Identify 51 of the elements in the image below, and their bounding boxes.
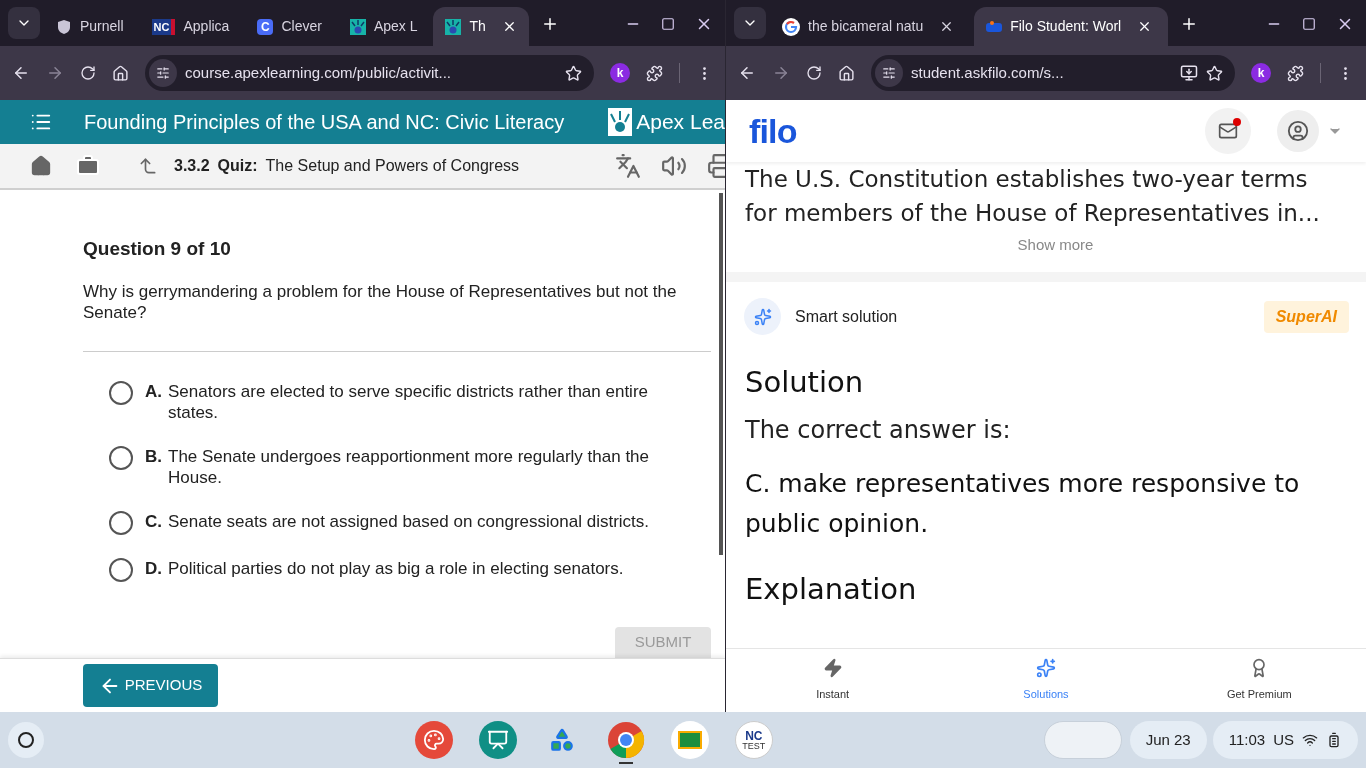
extension-avatar[interactable]: k	[1251, 63, 1271, 83]
apex-logo: Apex Lea	[608, 106, 725, 138]
previous-button[interactable]: PREVIOUS	[83, 664, 218, 707]
answer-text: C. make representatives more responsive to public opinion.	[745, 467, 1301, 540]
browser-tab[interactable]: Th	[433, 7, 529, 46]
date-button[interactable]: Jun 23	[1129, 721, 1207, 759]
lesson-title: The Setup and Powers of Congress	[265, 156, 520, 176]
extension-avatar[interactable]: k	[610, 63, 630, 83]
status-area[interactable]: 11:03 US	[1212, 721, 1358, 759]
browser-tab[interactable]: Filo Student: Worl	[974, 7, 1169, 46]
tab-title: Clever	[281, 17, 322, 36]
nav-tab[interactable]: Solutions	[939, 649, 1153, 712]
nav-tab[interactable]: Get Premium	[1152, 649, 1366, 712]
answer-option[interactable]: C. Senate seats are not assigned based on congressional districts.	[109, 510, 711, 535]
browser-tab[interactable]: Apex L	[337, 7, 430, 46]
browser-tab[interactable]: the bicameral natu	[770, 7, 971, 46]
filo-logo[interactable]: filo	[749, 105, 797, 157]
question-text: for members of the House of Representatives in...	[745, 199, 1320, 228]
browser-tab[interactable]: C Clever	[245, 7, 334, 46]
smart-solution-label: Smart solution	[795, 306, 898, 327]
lesson-number: 3.3.2	[174, 156, 210, 176]
lesson-type: Quiz:	[217, 156, 258, 176]
nav-tab[interactable]: Instant	[726, 649, 940, 712]
answer-option[interactable]: D. Political parties do not play as big a role in electing senators.	[109, 557, 711, 582]
tab-title: Apex L	[373, 17, 418, 36]
explanation-heading: Explanation	[745, 570, 918, 608]
answer-option[interactable]: A. Senators are elected to serve specific districts rather than entire states.	[109, 380, 711, 423]
tab-title: the bicameral natu	[808, 17, 924, 36]
clock-time: 11:03	[1228, 729, 1266, 750]
show-more-link[interactable]: Show more	[1017, 234, 1094, 257]
superai-badge: SuperAI	[1263, 300, 1349, 333]
tab-title: Th	[469, 17, 486, 36]
url-text: student.askfilo.com/s...	[911, 62, 1065, 83]
keyboard-layout: US	[1273, 729, 1294, 750]
tab-title: Purnell	[80, 17, 124, 36]
question-heading: Question 9 of 10	[83, 237, 232, 261]
answer-intro: The correct answer is:	[745, 414, 1012, 446]
course-title: Founding Principles of the USA and NC: Civic Literacy	[84, 110, 565, 135]
favicon-icon: NC	[151, 18, 176, 35]
question-text: Why is gerrymandering a problem for the House of Representatives but not the Senate?	[83, 280, 678, 323]
tab-title: Filo Student: Worl	[1010, 17, 1122, 36]
tab-title: Applica	[183, 17, 230, 36]
favicon-icon: C	[257, 18, 274, 35]
browser-tab[interactable]: NC Applica	[139, 7, 242, 46]
address-bar[interactable]: student.askfilo.com/s...	[871, 55, 1235, 91]
url-text: course.apexlearning.com/public/activit...	[185, 62, 452, 83]
browser-tab[interactable]: Purnell	[44, 7, 136, 46]
answer-option[interactable]: B. The Senate undergoes reapportionment more regularly than the House.	[109, 445, 711, 488]
question-text: The U.S. Constitution establishes two-year terms	[745, 165, 1308, 194]
address-bar[interactable]: course.apexlearning.com/public/activit...	[145, 55, 594, 91]
solution-heading: Solution	[745, 364, 865, 401]
